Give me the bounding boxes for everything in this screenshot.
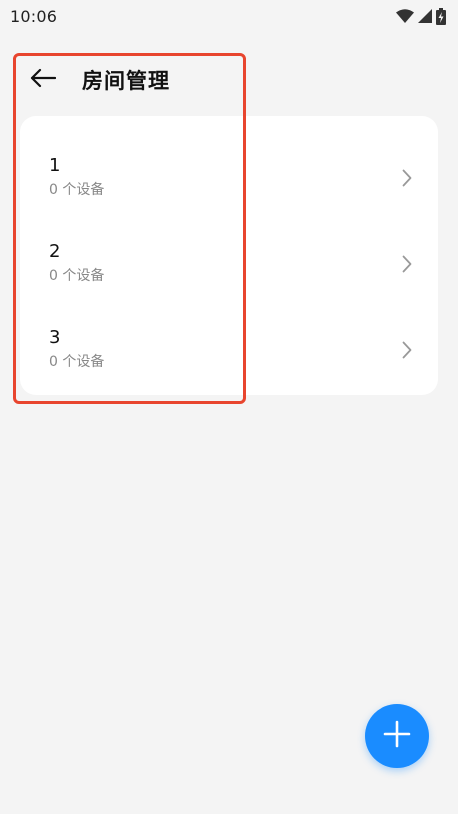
chevron-right-icon xyxy=(402,169,412,191)
room-item[interactable]: 2 0 个设备 xyxy=(20,223,438,309)
page-title: 房间管理 xyxy=(82,69,170,93)
room-list: 1 0 个设备 2 0 个设备 3 0 个设备 xyxy=(20,116,438,395)
room-device-count: 0 个设备 xyxy=(49,354,105,370)
battery-charging-icon xyxy=(436,7,446,25)
room-text: 1 0 个设备 xyxy=(49,155,104,199)
room-item[interactable]: 3 0 个设备 xyxy=(20,309,438,395)
chevron-right-icon xyxy=(402,341,412,363)
signal-icon xyxy=(418,9,432,23)
app-header: 房间管理 xyxy=(20,58,170,102)
chevron-right-icon xyxy=(402,255,412,277)
room-item[interactable]: 1 0 个设备 xyxy=(20,137,438,223)
room-device-count: 0 个设备 xyxy=(49,268,105,284)
room-management-screen: 10:06 房间管理 1 0 个设备 2 0 个设备 3 0 个设备 xyxy=(0,0,458,814)
room-text: 3 0 个设备 xyxy=(49,327,104,371)
room-device-count: 0 个设备 xyxy=(49,182,105,198)
room-text: 2 0 个设备 xyxy=(49,241,104,285)
add-room-button[interactable] xyxy=(365,704,429,768)
status-icons xyxy=(396,7,446,25)
wifi-icon xyxy=(396,9,414,23)
status-bar: 10:06 xyxy=(0,0,458,32)
plus-icon xyxy=(383,720,411,752)
room-name: 3 xyxy=(49,327,61,348)
arrow-left-icon xyxy=(30,68,57,92)
room-name: 1 xyxy=(49,155,61,176)
status-time: 10:06 xyxy=(10,6,58,26)
room-name: 2 xyxy=(49,241,61,262)
back-button[interactable] xyxy=(30,62,66,98)
